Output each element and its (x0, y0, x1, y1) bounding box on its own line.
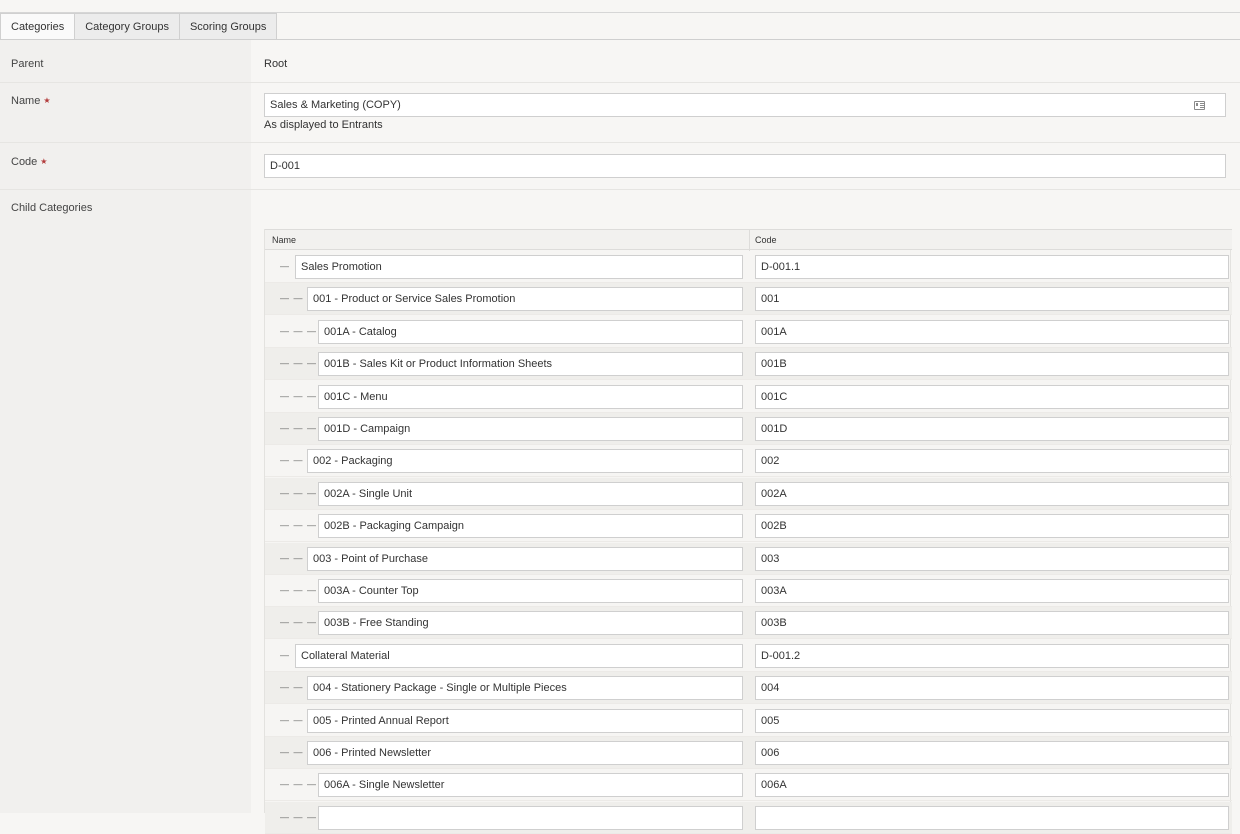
indent-marker: — (280, 261, 290, 271)
indent-marker: — — (280, 552, 304, 563)
category-name-input[interactable]: 004 - Stationery Package - Single or Mul… (307, 676, 743, 701)
category-row: — — —001D - Campaign 001D (265, 413, 1232, 445)
indent-marker: — — — (280, 520, 318, 531)
category-code-input[interactable]: 001D (755, 417, 1229, 441)
indent-marker: — — (280, 455, 304, 466)
code-row: Code ★ D-001 (0, 143, 1240, 190)
category-code-input[interactable]: D-001.2 (755, 643, 1229, 668)
category-code-input[interactable]: 001A (755, 319, 1229, 344)
code-input[interactable]: D-001 (264, 154, 1226, 178)
category-row: — — —002B - Packaging Campaign 002B (265, 510, 1232, 543)
indent-marker: — — — (280, 617, 318, 628)
category-code-input[interactable]: 001B (755, 352, 1229, 377)
indent-marker: — — (280, 714, 304, 725)
indent-marker: — — (280, 747, 304, 757)
category-row: — —006 - Printed Newsletter 006 (265, 737, 1232, 769)
category-name-input[interactable]: 001D - Campaign (318, 417, 743, 441)
category-code-input[interactable]: 003 (755, 546, 1229, 571)
category-name-input[interactable]: 001A - Catalog (318, 319, 743, 344)
name-input-value: Sales & Marketing (COPY) (270, 99, 401, 111)
category-row: — Sales Promotion D-001.1 (265, 251, 1232, 283)
indent-marker: — — (280, 293, 304, 304)
indent-marker: — — — (280, 585, 318, 595)
indent-marker: — (280, 649, 290, 660)
category-code-input[interactable]: 002A (755, 481, 1229, 506)
indent-marker: — — (280, 682, 304, 693)
category-name-input[interactable]: Collateral Material (295, 643, 743, 668)
category-code-input[interactable]: 004 (755, 676, 1229, 701)
category-row: — — —006A - Single Newsletter 006A (265, 769, 1232, 802)
code-label-text: Code (11, 156, 38, 168)
child-categories-label: Child Categories (11, 202, 93, 214)
category-name-input[interactable] (318, 805, 743, 830)
category-name-input[interactable]: 001C - Menu (318, 384, 743, 409)
category-name-input[interactable]: 006 - Printed Newsletter (307, 741, 743, 765)
category-code-input[interactable]: 006 (755, 741, 1229, 765)
category-name-input[interactable]: 001 - Product or Service Sales Promotion (307, 287, 743, 312)
indent-marker: — — — (280, 325, 318, 336)
category-code-input[interactable]: 003A (755, 579, 1229, 603)
required-icon: ★ (40, 157, 48, 166)
name-input[interactable]: Sales & Marketing (COPY) (264, 93, 1226, 117)
indent-marker: — — — (280, 423, 318, 433)
code-label: Code ★ (11, 156, 47, 168)
category-name-input[interactable]: 006A - Single Newsletter (318, 773, 743, 798)
category-name-input[interactable]: 005 - Printed Annual Report (307, 708, 743, 733)
grid-header-code: Code (755, 235, 777, 245)
required-icon: ★ (43, 96, 51, 105)
column-divider (749, 230, 750, 251)
category-name-input[interactable]: Sales Promotion (295, 255, 743, 279)
tab-categories[interactable]: Categories (0, 13, 76, 40)
tab-category-groups[interactable]: Category Groups (75, 13, 180, 40)
name-label-text: Name (11, 95, 41, 107)
category-name-input[interactable]: 002B - Packaging Campaign (318, 514, 743, 539)
category-row: — —004 - Stationery Package - Single or … (265, 672, 1232, 705)
tab-scoring-groups[interactable]: Scoring Groups (179, 13, 278, 40)
translation-card-icon[interactable] (1194, 101, 1205, 110)
category-code-input[interactable]: 001 (755, 287, 1229, 312)
category-name-input[interactable]: 001B - Sales Kit or Product Information … (318, 352, 743, 377)
category-code-input[interactable]: 001C (755, 384, 1229, 409)
child-categories-grid: Name Code — Sales Promotion D-001.1— —001 … (264, 229, 1232, 834)
category-name-input[interactable]: 003A - Counter Top (318, 579, 743, 603)
category-row: — — —001B - Sales Kit or Product Informa… (265, 348, 1232, 381)
category-name-input[interactable]: 002A - Single Unit (318, 481, 743, 506)
grid-header-name: Name (272, 235, 297, 245)
parent-value: Root (264, 58, 288, 70)
category-code-input[interactable]: 003B (755, 611, 1229, 636)
category-name-input[interactable]: 003B - Free Standing (318, 611, 743, 636)
category-row: — — —002A - Single Unit 002A (265, 477, 1232, 510)
category-code-input[interactable]: 002 (755, 449, 1229, 474)
category-code-input[interactable]: 006A (755, 773, 1229, 798)
indent-marker: — — — (280, 358, 318, 369)
category-row: — — —003B - Free Standing 003B (265, 607, 1232, 640)
category-row: — — —001A - Catalog 001A (265, 316, 1232, 348)
category-row: — —001 - Product or Service Sales Promot… (265, 283, 1232, 316)
name-label: Name ★ (11, 95, 51, 107)
tab-bar: Categories Category Groups Scoring Group… (0, 13, 278, 40)
grid-header: Name Code (265, 229, 1232, 251)
category-row: — — — (265, 801, 1232, 834)
indent-marker: — — — (280, 390, 318, 401)
parent-label: Parent (11, 58, 44, 70)
name-help-text: As displayed to Entrants (264, 119, 383, 131)
name-row: Name ★ Sales & Marketing (COPY) As displa… (0, 83, 1240, 143)
indent-marker: — — — (280, 487, 318, 498)
category-code-input[interactable]: 005 (755, 708, 1229, 733)
category-code-input[interactable]: 002B (755, 514, 1229, 539)
category-row: — — —003A - Counter Top 003A (265, 575, 1232, 607)
indent-marker: — — — (280, 811, 318, 822)
category-code-input[interactable]: D-001.1 (755, 255, 1229, 279)
category-row: — Collateral Material D-001.2 (265, 640, 1232, 672)
category-row: — —003 - Point of Purchase 003 (265, 542, 1232, 575)
indent-marker: — — — (280, 779, 318, 790)
category-code-input[interactable] (755, 805, 1229, 830)
category-row: — —002 - Packaging 002 (265, 445, 1232, 478)
parent-row: Parent Root (0, 40, 1240, 83)
category-row: — —005 - Printed Annual Report 005 (265, 705, 1232, 737)
category-name-input[interactable]: 002 - Packaging (307, 449, 743, 474)
category-row: — — —001C - Menu 001C (265, 381, 1232, 413)
category-name-input[interactable]: 003 - Point of Purchase (307, 546, 743, 571)
